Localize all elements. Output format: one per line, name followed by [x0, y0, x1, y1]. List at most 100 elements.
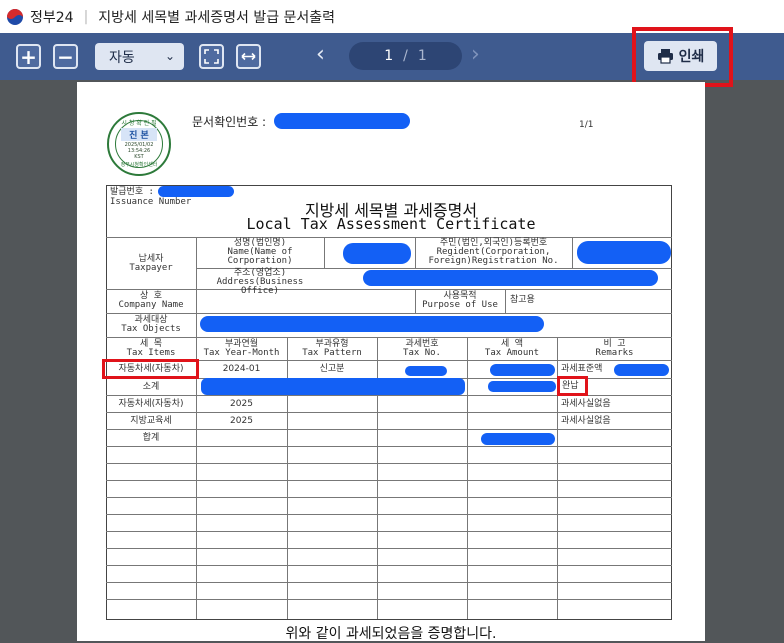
row-divider: [106, 429, 672, 430]
redaction-row2-details: [201, 378, 465, 395]
chevron-left-icon: ‹: [316, 42, 325, 67]
redaction-confirm-number: [274, 113, 410, 129]
name-label-en2: Corporation): [227, 256, 293, 266]
row-divider: [106, 337, 672, 338]
header-remarks: 비 고 Remarks: [557, 340, 672, 358]
row-divider: [106, 463, 672, 464]
header-remarks-en: Remarks: [595, 348, 634, 358]
resident-label-en2: Foreign)Registration No.: [428, 256, 559, 266]
header-tax-pattern: 부과유형 Tax Pattern: [287, 340, 377, 358]
seal-date: 2025/01/02 13:54:26 KST: [109, 142, 169, 160]
row1-pattern: 신고분: [319, 364, 345, 374]
row-divider: [106, 289, 672, 290]
fit-page-icon: [204, 49, 219, 64]
minus-icon: −: [57, 44, 74, 69]
tax-objects-label: 과세대상 Tax Objects: [106, 316, 196, 334]
redaction-row2-amount: [488, 381, 556, 392]
page-indicator: 1 / 1: [349, 42, 462, 70]
row1-year-month: 2024-01: [222, 364, 261, 374]
resident-number-label: 주민(법인,외국인)등록번호 Regident(Corporation, For…: [415, 239, 572, 266]
column-divider: [467, 337, 468, 619]
seal-mid-text: 진 본: [121, 128, 157, 141]
redaction-total-amount: [481, 433, 555, 445]
company-label-en: Company Name: [118, 300, 184, 310]
company-label: 상 호 Company Name: [106, 292, 196, 310]
page-slash: /: [403, 48, 408, 64]
row-divider: [106, 565, 672, 566]
app-name: 정부24: [30, 9, 74, 26]
column-divider: [324, 237, 325, 268]
redaction-row1-tax-no: [405, 366, 447, 376]
column-divider: [505, 289, 506, 313]
plus-icon: +: [20, 44, 37, 69]
chevron-down-icon: ⌄: [164, 49, 175, 63]
seal-tz-line: KST: [134, 154, 144, 160]
redaction-row1-remark-value: [614, 364, 669, 376]
address-label: 주소(영업소) Address(Business Office): [196, 269, 324, 296]
row-divider: [106, 531, 672, 532]
highlight-print: [632, 27, 733, 87]
certification-seal: 시 청 확 인 필 진 본 2025/01/02 13:54:26 KST 정부…: [107, 112, 171, 176]
row-divider: [106, 599, 672, 600]
header-year-month-en: Tax Year-Month: [203, 348, 280, 358]
row-divider: [106, 480, 672, 481]
row-divider: [106, 514, 672, 515]
row-divider: [106, 446, 672, 447]
header-tax-amount: 세 액 Tax Amount: [467, 340, 557, 358]
row3-remark: 과세사실없음: [561, 399, 611, 409]
tax-objects-label-en: Tax Objects: [121, 324, 181, 334]
taxpayer-label-en: Taxpayer: [129, 263, 173, 273]
zoom-select[interactable]: 자동 ⌄: [95, 43, 184, 70]
redaction-tax-objects: [200, 316, 544, 332]
page-total: 1: [417, 48, 427, 64]
document-confirm-label: 문서확인번호 :: [192, 115, 267, 129]
zoom-out-button[interactable]: −: [53, 44, 78, 69]
address-label-en: Address(Business Office): [216, 277, 304, 296]
previous-page-button[interactable]: ‹: [316, 42, 325, 67]
redaction-address: [363, 270, 658, 286]
chevron-right-icon: ›: [471, 42, 480, 67]
redaction-row1-amount: [490, 364, 555, 376]
redaction-name: [343, 243, 411, 264]
row4-year-month: 2025: [230, 416, 253, 426]
column-divider: [572, 237, 573, 268]
row4-remark: 과세사실없음: [561, 416, 611, 426]
row4-tax-item: 지방교육세: [130, 416, 172, 426]
page-number-input[interactable]: 1: [384, 48, 393, 64]
row-divider: [106, 412, 672, 413]
purpose-label: 사용목적 Purpose of Use: [415, 292, 505, 310]
zoom-in-button[interactable]: +: [16, 44, 41, 69]
fit-width-button[interactable]: [236, 44, 261, 69]
fit-page-button[interactable]: [199, 44, 224, 69]
title-separator: |: [83, 8, 89, 25]
header-tax-no: 과세번호 Tax No.: [377, 340, 467, 358]
row-divider: [106, 548, 672, 549]
taxpayer-label: 납세자 Taxpayer: [106, 255, 196, 273]
fit-width-icon: [241, 52, 256, 61]
row-divider: [106, 582, 672, 583]
window-title: 지방세 세목별 과세증명서 발급 문서출력: [98, 9, 336, 26]
zoom-value: 자동: [109, 49, 135, 66]
column-divider: [196, 337, 197, 619]
row3-tax-item: 자동차세(자동차): [118, 399, 184, 409]
header-tax-items: 세 목 Tax Items: [106, 340, 196, 358]
government-logo-icon: [7, 8, 23, 25]
next-page-button[interactable]: ›: [471, 42, 480, 67]
row-divider: [106, 237, 672, 238]
name-label: 성명(법인명) Name(Name of Corporation): [196, 239, 324, 266]
seal-bottom-text: 정부시청확인센터: [120, 162, 158, 168]
header-tax-no-en: Tax No.: [403, 348, 441, 358]
seal-top-text: 시 청 확 인 필: [121, 120, 157, 127]
row-divider: [106, 497, 672, 498]
header-tax-year-month: 부과연월 Tax Year-Month: [196, 340, 287, 358]
purpose-label-en: Purpose of Use: [422, 300, 498, 310]
header-amount-en: Tax Amount: [484, 348, 540, 358]
header-tax-items-en: Tax Items: [126, 348, 176, 358]
highlight-tax-item: [102, 359, 199, 379]
document-subtitle: Local Tax Assessment Certificate: [246, 215, 536, 233]
header-pattern-en: Tax Pattern: [302, 348, 362, 358]
highlight-paid-status: [557, 376, 588, 396]
row-divider: [106, 313, 672, 314]
page-indicator-text: 1/1: [579, 120, 594, 130]
redaction-resident-number: [577, 241, 671, 264]
